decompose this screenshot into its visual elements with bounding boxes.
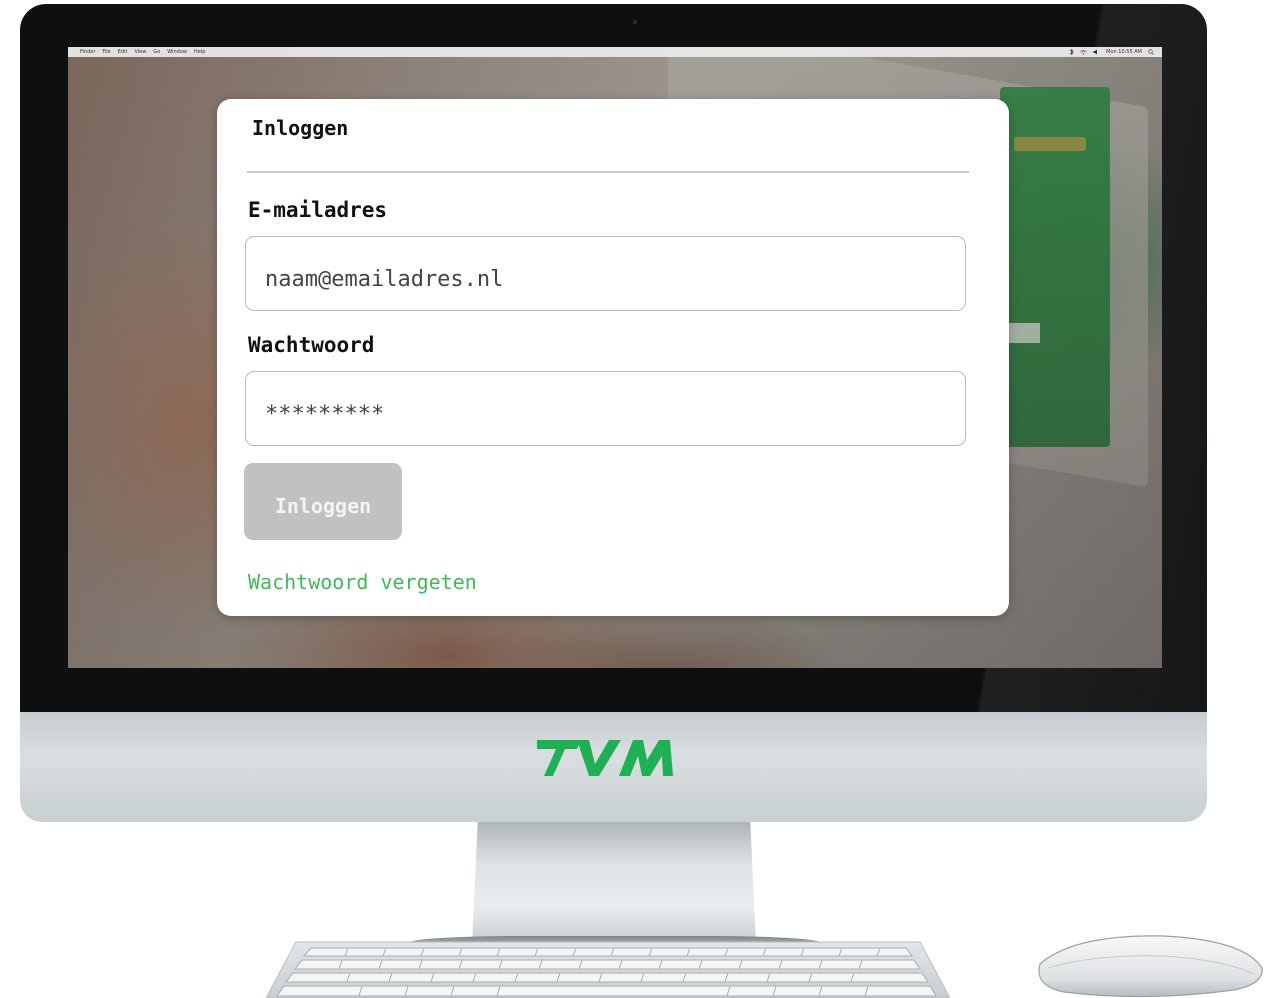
- menu-item-window[interactable]: Window: [167, 49, 187, 55]
- email-field[interactable]: naam@emailadres.nl: [245, 236, 966, 311]
- mouse: [1038, 935, 1263, 998]
- login-button[interactable]: Inloggen: [244, 463, 402, 540]
- wifi-icon[interactable]: [1080, 49, 1087, 55]
- menubar-clock[interactable]: Mon 10:55 AM: [1106, 49, 1142, 55]
- password-field[interactable]: *********: [245, 371, 966, 446]
- menu-item-finder[interactable]: Finder: [80, 49, 95, 55]
- forgot-password-link[interactable]: Wachtwoord vergeten: [248, 570, 477, 594]
- dialog-title: Inloggen: [252, 116, 349, 140]
- keyboard: [266, 941, 950, 998]
- tvm-logo: [537, 740, 673, 776]
- menu-item-file[interactable]: File: [102, 49, 110, 55]
- title-divider: [247, 171, 969, 173]
- webcam: [633, 20, 637, 24]
- menu-item-go[interactable]: Go: [153, 49, 160, 55]
- login-dialog: Inloggen E-mailadres naam@emailadres.nl …: [217, 99, 1009, 616]
- menu-item-view[interactable]: View: [134, 49, 146, 55]
- bluetooth-icon[interactable]: [1069, 49, 1074, 55]
- volume-icon[interactable]: [1093, 49, 1100, 55]
- menu-item-edit[interactable]: Edit: [118, 49, 128, 55]
- search-icon[interactable]: [1148, 49, 1154, 55]
- menu-item-help[interactable]: Help: [194, 49, 205, 55]
- password-label: Wachtwoord: [248, 333, 375, 357]
- menubar-status-area: Mon 10:55 AM: [1069, 49, 1154, 55]
- os-menubar: Finder File Edit View Go Window Help Mon…: [68, 47, 1162, 57]
- email-label: E-mailadres: [248, 198, 388, 222]
- monitor-stand: [472, 822, 756, 944]
